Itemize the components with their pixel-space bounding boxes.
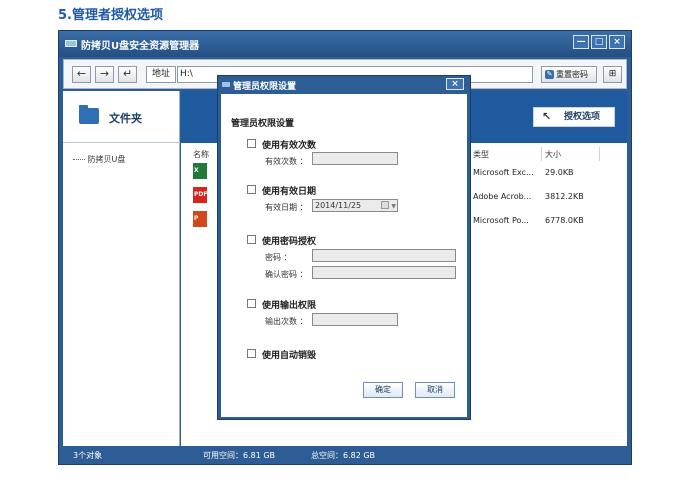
file-size: 3812.2KB: [545, 192, 584, 201]
folder-pane: 文件夹 防拷贝U盘: [63, 91, 180, 446]
address-label: 地址: [146, 66, 176, 83]
column-header-name[interactable]: 名称: [193, 149, 209, 160]
dialog-close-button[interactable]: ×: [446, 78, 464, 90]
file-size: 29.0KB: [545, 168, 574, 177]
use-output-checkbox[interactable]: [247, 299, 256, 308]
dialog-titlebar[interactable]: 管理员权限设置 ×: [218, 76, 470, 93]
calendar-icon[interactable]: [381, 201, 389, 209]
tree-item-label: 防拷贝U盘: [87, 155, 126, 164]
use-date-label: 使用有效日期: [262, 187, 317, 197]
confirm-password-input[interactable]: [312, 266, 456, 279]
password-input[interactable]: [312, 249, 456, 262]
status-total-space: 总空间：6.82 GB: [311, 451, 376, 460]
authorize-options-label: 授权选项: [564, 112, 601, 122]
close-button[interactable]: ×: [609, 35, 625, 49]
edit-icon: ✎: [545, 70, 554, 79]
dialog-body: 管理员权限设置 使用有效次数 有效次数 ： 使用有效日期 有效日期 ： 2014…: [221, 94, 467, 417]
cancel-button[interactable]: 取消: [415, 382, 455, 398]
use-count-checkbox[interactable]: [247, 139, 256, 148]
password-field-label: 密码 ：: [265, 253, 292, 262]
permission-dialog: 管理员权限设置 × 管理员权限设置 使用有效次数 有效次数 ： 使用有效日期 有…: [217, 75, 471, 420]
view-toggle-button[interactable]: ⊞: [603, 66, 622, 83]
count-field-label: 有效次数 ：: [265, 157, 308, 166]
chevron-down-icon[interactable]: ▼: [391, 201, 396, 212]
use-password-checkbox[interactable]: [247, 235, 256, 244]
date-picker[interactable]: 2014/11/25 ▼: [312, 199, 398, 212]
tree-connector: [73, 159, 85, 160]
dialog-title: 管理员权限设置: [233, 82, 297, 92]
status-available-space: 可用空间：6.81 GB: [203, 451, 276, 460]
auto-destroy-checkbox[interactable]: [247, 349, 256, 358]
page-heading: 5.管理者授权选项: [58, 8, 163, 23]
file-size: 6778.0KB: [545, 216, 584, 225]
date-field-label: 有效日期 ：: [265, 203, 308, 212]
column-header-type[interactable]: 类型: [473, 149, 489, 160]
dialog-app-icon: [222, 82, 230, 87]
use-password-label: 使用密码授权: [262, 237, 317, 247]
window-title: 防拷贝U盘安全资源管理器: [81, 41, 200, 52]
ok-button[interactable]: 确定: [363, 382, 403, 398]
auto-destroy-label: 使用自动销毁: [262, 351, 317, 361]
pdf-icon[interactable]: PDF: [193, 187, 207, 203]
confirm-password-field-label: 确认密码 ：: [265, 270, 308, 279]
column-header-size[interactable]: 大小: [545, 149, 561, 160]
minimize-button[interactable]: —: [573, 35, 589, 49]
output-field-label: 输出次数 ：: [265, 317, 308, 326]
back-button[interactable]: ←: [72, 66, 91, 83]
file-type: Microsoft Exc...: [473, 168, 534, 177]
app-icon: [65, 40, 77, 47]
status-bar: 3个对象 可用空间：6.81 GB 总空间：6.82 GB: [63, 447, 627, 464]
window-titlebar[interactable]: 防拷贝U盘安全资源管理器 — □ ×: [59, 31, 631, 57]
use-date-checkbox[interactable]: [247, 185, 256, 194]
dialog-heading: 管理员权限设置: [231, 119, 295, 129]
column-divider[interactable]: [599, 147, 600, 161]
excel-icon[interactable]: X: [193, 163, 207, 179]
status-object-count: 3个对象: [73, 451, 103, 460]
folder-title: 文件夹: [109, 112, 142, 125]
cursor-icon: ↖: [542, 110, 552, 123]
authorize-options-button[interactable]: ↖ 授权选项: [533, 107, 615, 127]
tree-item-drive[interactable]: 防拷贝U盘: [73, 154, 125, 165]
ppt-icon[interactable]: P: [193, 211, 207, 227]
output-count-input[interactable]: [312, 313, 398, 326]
column-divider[interactable]: [541, 147, 542, 161]
folder-icon: [79, 105, 99, 124]
date-value: 2014/11/25: [315, 201, 362, 210]
folder-header: 文件夹: [63, 91, 180, 143]
forward-button[interactable]: →: [95, 66, 114, 83]
file-type: Microsoft Po...: [473, 216, 529, 225]
up-button[interactable]: ↵: [118, 66, 137, 83]
maximize-button[interactable]: □: [591, 35, 607, 49]
count-input[interactable]: [312, 152, 398, 165]
reset-password-button[interactable]: ✎ 重置密码: [541, 66, 597, 83]
reset-password-label: 重置密码: [556, 70, 588, 79]
use-output-label: 使用输出权限: [262, 301, 317, 311]
use-count-label: 使用有效次数: [262, 141, 317, 151]
file-type: Adobe Acrob...: [473, 192, 532, 201]
